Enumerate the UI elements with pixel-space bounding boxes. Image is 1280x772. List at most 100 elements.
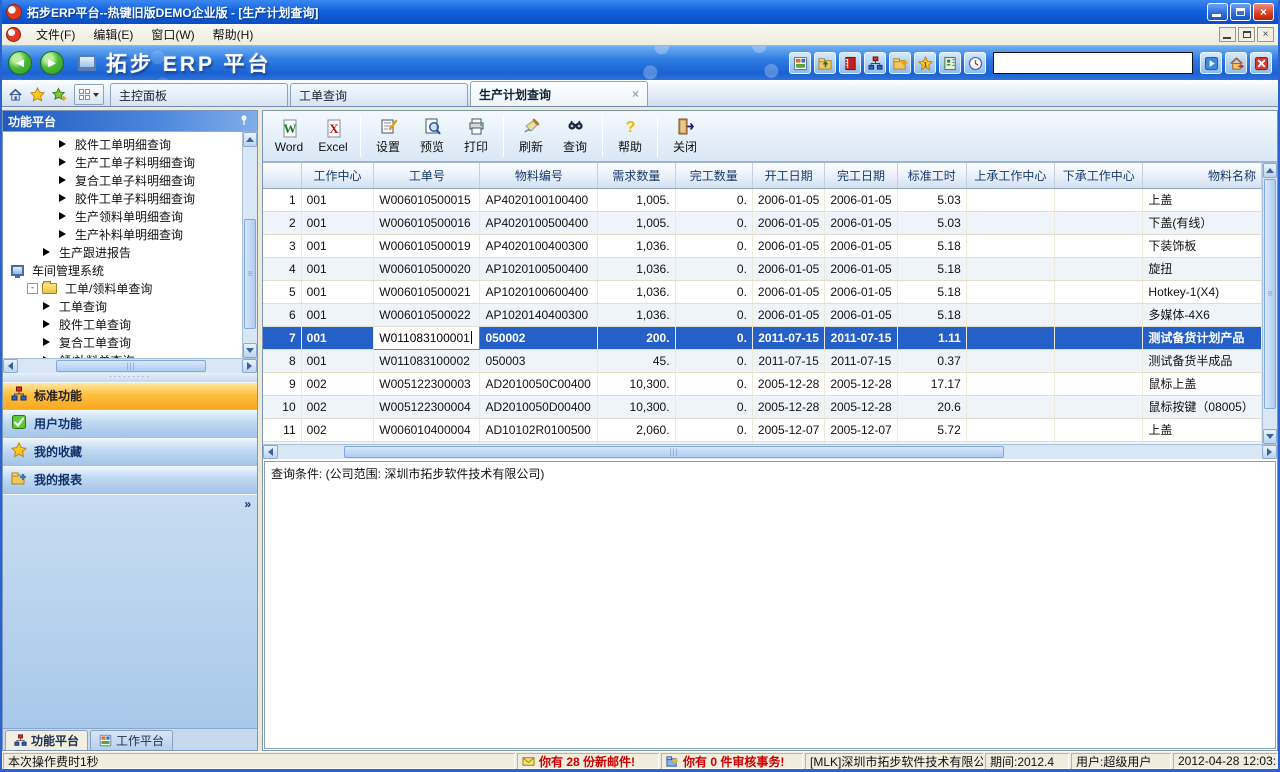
cell-完工日期[interactable]: 2006-01-05: [825, 257, 897, 280]
cell-标准工时[interactable]: 1.11: [897, 326, 966, 349]
cell-开工日期[interactable]: 2006-01-05: [752, 234, 824, 257]
cell-下承工作中心[interactable]: [1055, 349, 1143, 372]
cell-工单号[interactable]: W006010400004: [374, 418, 480, 441]
org-chart-icon[interactable]: [864, 52, 886, 74]
tree-item[interactable]: 胶件工单明细查询: [3, 135, 242, 153]
sidebar-nav-标准功能[interactable]: 标准功能: [3, 382, 257, 409]
collapse-minus-icon[interactable]: -: [27, 283, 38, 294]
column-header-物料编号[interactable]: 物料编号: [480, 163, 598, 188]
cell-开工日期[interactable]: 2005-12-07: [752, 418, 824, 441]
cell-标准工时[interactable]: 5.18: [897, 303, 966, 326]
scroll-down-icon[interactable]: [243, 343, 257, 358]
tree-item[interactable]: 复合工单子料明细查询: [3, 171, 242, 189]
tree-item[interactable]: 生产领料单明细查询: [3, 207, 242, 225]
cell-工作中心[interactable]: 002: [301, 418, 374, 441]
cell-下承工作中心[interactable]: [1055, 303, 1143, 326]
tree-item[interactable]: 车间管理系统: [3, 261, 242, 279]
cell-物料名称[interactable]: 旋扭: [1143, 257, 1262, 280]
cell-需求数量[interactable]: 1,036.: [598, 303, 675, 326]
cell-物料名称[interactable]: 上盖: [1143, 188, 1262, 211]
cell-上承工作中心[interactable]: [966, 326, 1054, 349]
table-row[interactable]: 9002W005122300003AD2010050C0040010,300.0…: [263, 372, 1262, 395]
scroll-right-icon[interactable]: [1262, 445, 1277, 459]
cell-需求数量[interactable]: 1,036.: [598, 234, 675, 257]
scroll-down-icon[interactable]: [1263, 429, 1277, 444]
table-row[interactable]: 7001W011083100001050002200.0.2011-07-152…: [263, 326, 1262, 349]
star-1-icon[interactable]: 1: [914, 52, 936, 74]
cell-editing[interactable]: W011083100001: [374, 326, 480, 349]
cell-工作中心[interactable]: 002: [301, 395, 374, 418]
folder-up-icon[interactable]: [814, 52, 836, 74]
cell-开工日期[interactable]: 2006-01-05: [752, 280, 824, 303]
cell-物料编号[interactable]: AD2010050C00400: [480, 372, 598, 395]
toolbar-刷新-button[interactable]: 刷新: [509, 113, 553, 159]
cell-物料名称[interactable]: 测试备货半成品: [1143, 349, 1262, 372]
cell-完工日期[interactable]: 2006-01-05: [825, 280, 897, 303]
cell-标准工时[interactable]: 17.17: [897, 372, 966, 395]
cell-工单号[interactable]: W006010500021: [374, 280, 480, 303]
column-header-工单号[interactable]: 工单号: [374, 163, 480, 188]
restore-button[interactable]: [1230, 3, 1251, 21]
tree-item[interactable]: 工单查询: [3, 297, 242, 315]
cell-物料名称[interactable]: 鼠标按键（08005）: [1143, 395, 1262, 418]
scroll-up-icon[interactable]: [1263, 163, 1277, 178]
scroll-right-icon[interactable]: [242, 359, 257, 373]
cell-完工数量[interactable]: 0.: [675, 188, 752, 211]
cell-下承工作中心[interactable]: [1055, 326, 1143, 349]
pin-icon[interactable]: [236, 114, 252, 128]
cell-完工日期[interactable]: 2006-01-05: [825, 234, 897, 257]
cell-完工数量[interactable]: 0.: [675, 257, 752, 280]
mdi-restore-button[interactable]: [1238, 27, 1255, 42]
cell-开工日期[interactable]: 2005-12-28: [752, 372, 824, 395]
cell-物料编号[interactable]: AP4020100400300: [480, 234, 598, 257]
cell-工作中心[interactable]: 001: [301, 257, 374, 280]
tree-item[interactable]: 生产跟进报告: [3, 243, 242, 261]
cell-完工日期[interactable]: 2006-01-05: [825, 211, 897, 234]
tab-主控面板[interactable]: 主控面板: [110, 83, 288, 106]
toolbar-Word-button[interactable]: WWord: [267, 113, 311, 159]
tree-horizontal-scrollbar[interactable]: [3, 358, 257, 373]
menu-item[interactable]: 文件(F): [27, 23, 84, 46]
cell-物料名称[interactable]: 鼠标上盖: [1143, 372, 1262, 395]
mdi-close-button[interactable]: ×: [1257, 27, 1274, 42]
banner-search-input[interactable]: [993, 52, 1193, 74]
cell-工作中心[interactable]: 001: [301, 211, 374, 234]
close-button[interactable]: ×: [1253, 3, 1274, 21]
cell-标准工时[interactable]: 0.37: [897, 349, 966, 372]
column-header-上承工作中心[interactable]: 上承工作中心: [966, 163, 1054, 188]
cell-完工数量[interactable]: 0.: [675, 303, 752, 326]
status-new-mail[interactable]: 你有 28 份新邮件!: [517, 753, 659, 769]
column-header-物料名称[interactable]: 物料名称: [1143, 163, 1262, 188]
cell-需求数量[interactable]: 200.: [598, 326, 675, 349]
cell-物料编号[interactable]: AP1020100600400: [480, 280, 598, 303]
cell-上承工作中心[interactable]: [966, 280, 1054, 303]
status-audit-tasks[interactable]: 你有 0 件审核事务!: [661, 753, 803, 769]
dashboard-icon[interactable]: [789, 52, 811, 74]
cell-开工日期[interactable]: 2011-07-15: [752, 349, 824, 372]
red-close-icon[interactable]: [1250, 52, 1272, 74]
cell-物料名称[interactable]: 上盖: [1143, 418, 1262, 441]
cell-完工数量[interactable]: 0.: [675, 349, 752, 372]
cell-下承工作中心[interactable]: [1055, 418, 1143, 441]
cell-完工日期[interactable]: 2005-12-28: [825, 372, 897, 395]
cell-下承工作中心[interactable]: [1055, 372, 1143, 395]
tab-生产计划查询[interactable]: 生产计划查询×: [470, 81, 648, 106]
cell-完工日期[interactable]: 2005-12-07: [825, 418, 897, 441]
cell-工作中心[interactable]: 001: [301, 349, 374, 372]
cell-工单号[interactable]: W006010500020: [374, 257, 480, 280]
tree-hscroll-thumb[interactable]: [56, 360, 206, 372]
table-row[interactable]: 5001W006010500021AP10201006004001,036.0.…: [263, 280, 1262, 303]
toolbar-打印-button[interactable]: 打印: [454, 113, 498, 159]
cell-物料编号[interactable]: AP1020100500400: [480, 257, 598, 280]
table-row[interactable]: 3001W006010500019AP40201004003001,036.0.…: [263, 234, 1262, 257]
splitter-handle[interactable]: ·········: [3, 373, 257, 382]
cell-需求数量[interactable]: 45.: [598, 349, 675, 372]
cell-上承工作中心[interactable]: [966, 395, 1054, 418]
sidebar-nav-用户功能[interactable]: 用户功能: [3, 410, 257, 437]
cell-物料编号[interactable]: AD10102R0100500: [480, 418, 598, 441]
cell-下承工作中心[interactable]: [1055, 395, 1143, 418]
tab-工单查询[interactable]: 工单查询: [290, 83, 468, 106]
cell-上承工作中心[interactable]: [966, 372, 1054, 395]
notebook-icon[interactable]: [839, 52, 861, 74]
cell-完工数量[interactable]: 0.: [675, 418, 752, 441]
